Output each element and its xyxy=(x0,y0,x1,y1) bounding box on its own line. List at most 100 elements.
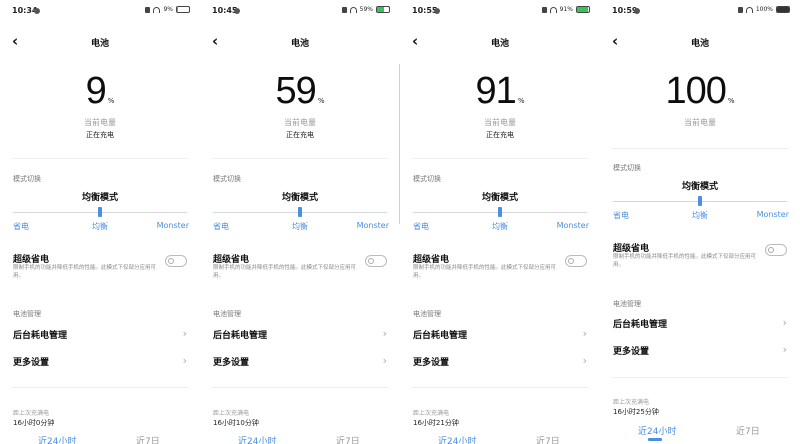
sim-icon xyxy=(341,6,347,13)
battery-icon xyxy=(176,6,190,13)
charging-status: 正在充电 xyxy=(286,131,314,139)
tab-indicator xyxy=(648,438,662,441)
tab-24h[interactable]: 近24小时 xyxy=(238,434,276,444)
super-saver-toggle[interactable] xyxy=(765,244,787,256)
mode-slider[interactable] xyxy=(613,196,787,206)
sim-icon xyxy=(737,6,743,13)
status-battery-pct: 91% xyxy=(559,6,573,13)
super-saver-toggle[interactable] xyxy=(565,255,587,267)
background-mgmt-row[interactable]: 后台耗电管理 › xyxy=(213,327,387,342)
divider xyxy=(612,148,788,149)
page-title: 电池 xyxy=(690,39,709,49)
mode-slider-knob[interactable] xyxy=(98,207,102,217)
more-settings-row[interactable]: 更多设置 › xyxy=(13,354,187,369)
tab-24h[interactable]: 近24小时 xyxy=(38,434,76,444)
mode-slider-knob[interactable] xyxy=(698,196,702,206)
battery-screen-1: 10:34 9% ‹ 电池 9% 当前电量 正在充电 模式切换 均衡模式 省电 … xyxy=(0,0,200,444)
status-icons: 9% xyxy=(145,6,190,13)
wifi-icon xyxy=(549,6,557,13)
mode-name: 均衡模式 xyxy=(681,182,718,192)
charging-status: 正在充电 xyxy=(86,131,114,139)
status-battery-pct: 9% xyxy=(163,6,173,13)
divider xyxy=(212,387,388,388)
current-level-label: 当前电量 xyxy=(84,118,116,127)
more-settings-label: 更多设置 xyxy=(413,358,450,368)
more-settings-row[interactable]: 更多设置 › xyxy=(613,343,787,358)
battery-icon xyxy=(376,6,390,13)
background-mgmt-row[interactable]: 后台耗电管理 › xyxy=(413,327,587,342)
super-saver-toggle[interactable] xyxy=(365,255,387,267)
status-battery-pct: 59% xyxy=(359,6,373,13)
more-settings-row[interactable]: 更多设置 › xyxy=(213,354,387,369)
wifi-icon xyxy=(153,6,161,13)
sim-icon xyxy=(145,6,151,13)
status-bar: 10:55 91% xyxy=(412,6,590,18)
chevron-right-icon: › xyxy=(782,343,787,356)
mode-section-label: 模式切换 xyxy=(13,175,41,183)
mode-slider-knob[interactable] xyxy=(498,207,502,217)
background-mgmt-row[interactable]: 后台耗电管理 › xyxy=(613,316,787,331)
status-icons: 100% xyxy=(737,6,790,13)
chevron-right-icon: › xyxy=(582,354,587,367)
battery-percent-value: 91 xyxy=(475,70,517,112)
battery-screen-4: 10:59 100% ‹ 电池 100% 当前电量 模式切换 均衡模式 省电 均… xyxy=(600,0,800,444)
chevron-right-icon: › xyxy=(182,354,187,367)
battery-percent: 100% xyxy=(600,70,800,114)
tab-7d[interactable]: 近7日 xyxy=(136,434,160,444)
mode-section-label: 模式切换 xyxy=(413,175,441,183)
last-full-label: 距上次充满电 xyxy=(13,410,50,417)
mode-name: 均衡模式 xyxy=(481,193,518,203)
divider xyxy=(212,158,388,159)
battery-screen-2: 10:45 59% ‹ 电池 59% 当前电量 正在充电 模式切换 均衡模式 省… xyxy=(200,0,400,444)
chevron-right-icon: › xyxy=(382,354,387,367)
mode-name: 均衡模式 xyxy=(281,193,318,203)
percent-unit: % xyxy=(517,97,525,105)
status-bar: 10:45 59% xyxy=(212,6,390,18)
divider xyxy=(12,387,188,388)
mode-slider[interactable] xyxy=(13,207,187,217)
current-level-label: 当前电量 xyxy=(484,118,516,127)
divider xyxy=(12,158,188,159)
more-settings-row[interactable]: 更多设置 › xyxy=(413,354,587,369)
last-full-label: 距上次充满电 xyxy=(613,399,650,406)
toggle-knob xyxy=(568,258,574,264)
last-full-label: 距上次充满电 xyxy=(413,410,450,417)
mode-option-monster[interactable]: Monster xyxy=(157,221,189,230)
toggle-knob xyxy=(168,258,174,264)
tab-24h[interactable]: 近24小时 xyxy=(638,424,676,437)
battery-icon xyxy=(576,6,590,13)
battery-mgmt-label: 电池管理 xyxy=(13,310,41,318)
page-title: 电池 xyxy=(90,39,109,49)
battery-mgmt-label: 电池管理 xyxy=(613,300,641,308)
battery-percent-value: 59 xyxy=(275,70,317,112)
background-mgmt-row[interactable]: 后台耗电管理 › xyxy=(13,327,187,342)
mode-slider-knob[interactable] xyxy=(298,207,302,217)
page-title: 电池 xyxy=(290,39,309,49)
status-battery-pct: 100% xyxy=(755,6,773,13)
tab-24h[interactable]: 近24小时 xyxy=(438,434,476,444)
status-icons: 91% xyxy=(541,6,590,13)
toggle-knob xyxy=(768,247,774,253)
notification-icon xyxy=(234,8,240,14)
battery-percent-value: 9 xyxy=(85,70,107,112)
mode-option-monster[interactable]: Monster xyxy=(757,210,789,219)
divider xyxy=(612,377,788,378)
wifi-icon xyxy=(349,6,357,13)
tab-7d[interactable]: 近7日 xyxy=(536,434,560,444)
tab-7d[interactable]: 近7日 xyxy=(336,434,360,444)
mode-section-label: 模式切换 xyxy=(213,175,241,183)
mode-option-monster[interactable]: Monster xyxy=(557,221,589,230)
toggle-knob xyxy=(368,258,374,264)
chevron-right-icon: › xyxy=(782,316,787,329)
battery-mgmt-label: 电池管理 xyxy=(213,310,241,318)
mode-section-label: 模式切换 xyxy=(613,164,641,172)
mode-slider[interactable] xyxy=(213,207,387,217)
page-title: 电池 xyxy=(490,39,509,49)
super-saver-toggle[interactable] xyxy=(165,255,187,267)
mode-slider[interactable] xyxy=(413,207,587,217)
tab-7d[interactable]: 近7日 xyxy=(736,424,760,437)
more-settings-label: 更多设置 xyxy=(613,347,650,357)
notification-icon xyxy=(434,8,440,14)
background-mgmt-label: 后台耗电管理 xyxy=(613,320,668,330)
mode-option-monster[interactable]: Monster xyxy=(357,221,389,230)
